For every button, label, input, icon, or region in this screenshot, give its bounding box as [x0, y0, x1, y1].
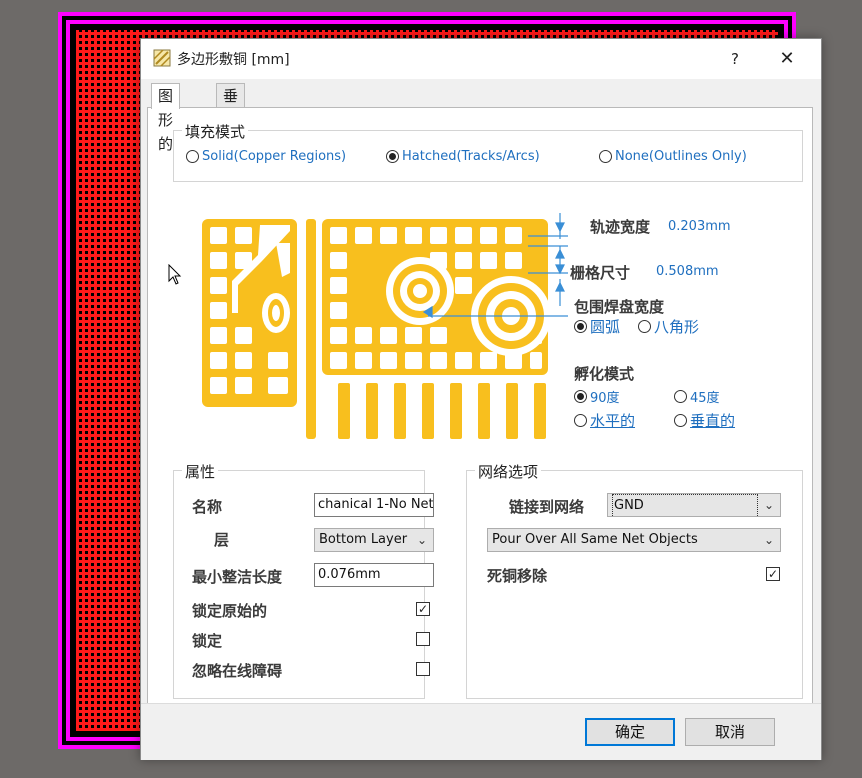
tab-content: 填充模式 Solid(Copper Regions) Hatched(Track…: [147, 107, 813, 706]
chevron-down-icon: ⌄: [763, 533, 774, 547]
remove-dead-copper-label: 死铜移除: [487, 567, 548, 585]
lock-primitives-checkbox[interactable]: ✓: [416, 602, 430, 616]
min-length-field[interactable]: 0.076mm: [314, 563, 434, 587]
connect-to-net-select[interactable]: GND ⌄: [607, 493, 781, 517]
radio-indicator: [674, 390, 687, 403]
hatch-mode-label: 孵化模式: [574, 365, 635, 383]
polygon-pour-dialog: 多边形敷铜 [mm] ? ✕ 图形的 垂直外框 填充模式 Solid(Coppe…: [140, 38, 822, 760]
track-width-value: 0.203mm: [668, 219, 731, 234]
track-width-label: 轨迹宽度: [590, 218, 651, 236]
check-mark-icon: ✓: [417, 602, 429, 616]
net-options-group: 网络选项 链接到网络 GND ⌄ Pour Over All Same Net …: [466, 461, 803, 699]
connect-to-net-label: 链接到网络: [509, 498, 585, 516]
radio-arcs-label: 圆弧: [590, 318, 621, 336]
ignore-obstacles-label: 忽略在线障碍: [192, 662, 283, 680]
radio-hatched-label: Hatched(Tracks/Arcs): [402, 149, 540, 164]
tab-vertical-outline[interactable]: 垂直外框: [216, 83, 246, 177]
title-bar[interactable]: 多边形敷铜 [mm] ? ✕: [141, 39, 821, 79]
connect-to-net-value: GND: [612, 494, 758, 516]
radio-solid-label: Solid(Copper Regions): [202, 149, 347, 164]
mouse-cursor-icon: [168, 264, 182, 285]
layer-select-value: Bottom Layer: [319, 532, 408, 547]
ok-button[interactable]: 确定: [585, 718, 675, 746]
locked-label: 锁定: [192, 632, 223, 650]
net-options-title: 网络选项: [475, 461, 542, 482]
dialog-title: 多边形敷铜 [mm]: [177, 52, 290, 68]
tab-graphics[interactable]: 图形的: [151, 83, 181, 153]
ignore-obstacles-checkbox[interactable]: [416, 662, 430, 676]
close-button[interactable]: ✕: [775, 47, 799, 71]
hatch-preview-illustration: [202, 213, 568, 439]
radio-vertical-label: 垂直的: [690, 412, 736, 430]
dialog-footer: 确定 取消: [141, 703, 821, 760]
radio-arcs[interactable]: 圆弧: [574, 316, 620, 337]
chevron-down-icon: ⌄: [763, 498, 774, 512]
radio-indicator: [574, 320, 587, 333]
pour-over-value: Pour Over All Same Net Objects: [492, 532, 698, 547]
surround-pads-label: 包围焊盘宽度: [574, 298, 665, 316]
radio-none-label: None(Outlines Only): [615, 149, 747, 164]
radio-horizontal-label: 水平的: [590, 412, 636, 430]
radio-none[interactable]: None(Outlines Only): [599, 149, 747, 164]
name-label: 名称: [192, 498, 223, 516]
properties-group: 属性 名称 chanical 1-No Net 层 Bottom Layer ⌄…: [173, 461, 434, 699]
fill-mode-group: 填充模式 Solid(Copper Regions) Hatched(Track…: [173, 121, 803, 182]
polygon-pour-icon: [153, 49, 171, 67]
radio-indicator: [599, 150, 612, 163]
radio-octagons-label: 八角形: [654, 318, 700, 336]
layer-select[interactable]: Bottom Layer ⌄: [314, 528, 434, 552]
radio-indicator: [386, 150, 399, 163]
lock-primitives-label: 锁定原始的: [192, 602, 268, 620]
radio-hatched[interactable]: Hatched(Tracks/Arcs): [386, 149, 540, 164]
grid-size-label: 栅格尺寸: [570, 264, 631, 282]
radio-indicator: [574, 390, 587, 403]
name-field[interactable]: chanical 1-No Net: [314, 493, 434, 517]
cancel-button[interactable]: 取消: [685, 718, 775, 746]
layer-label: 层: [214, 531, 230, 549]
radio-vertical[interactable]: 垂直的: [674, 410, 735, 431]
radio-90-degree-label: 90度: [590, 391, 620, 406]
radio-indicator: [674, 414, 687, 427]
properties-title: 属性: [182, 461, 219, 482]
radio-indicator: [638, 320, 651, 333]
locked-checkbox[interactable]: [416, 632, 430, 646]
radio-octagons[interactable]: 八角形: [638, 316, 699, 337]
radio-90-degree[interactable]: 90度: [574, 387, 620, 406]
radio-indicator: [574, 414, 587, 427]
check-mark-icon: ✓: [767, 567, 779, 581]
radio-indicator: [186, 150, 199, 163]
radio-solid[interactable]: Solid(Copper Regions): [186, 149, 346, 164]
radio-45-degree[interactable]: 45度: [674, 387, 720, 406]
chevron-down-icon: ⌄: [416, 533, 427, 547]
fill-mode-title: 填充模式: [182, 121, 249, 142]
radio-horizontal[interactable]: 水平的: [574, 410, 635, 431]
radio-45-degree-label: 45度: [690, 391, 720, 406]
pour-over-select[interactable]: Pour Over All Same Net Objects ⌄: [487, 528, 781, 552]
help-button[interactable]: ?: [723, 47, 747, 71]
min-length-label: 最小整洁长度: [192, 568, 283, 586]
remove-dead-copper-checkbox[interactable]: ✓: [766, 567, 780, 581]
grid-size-value: 0.508mm: [656, 264, 719, 279]
